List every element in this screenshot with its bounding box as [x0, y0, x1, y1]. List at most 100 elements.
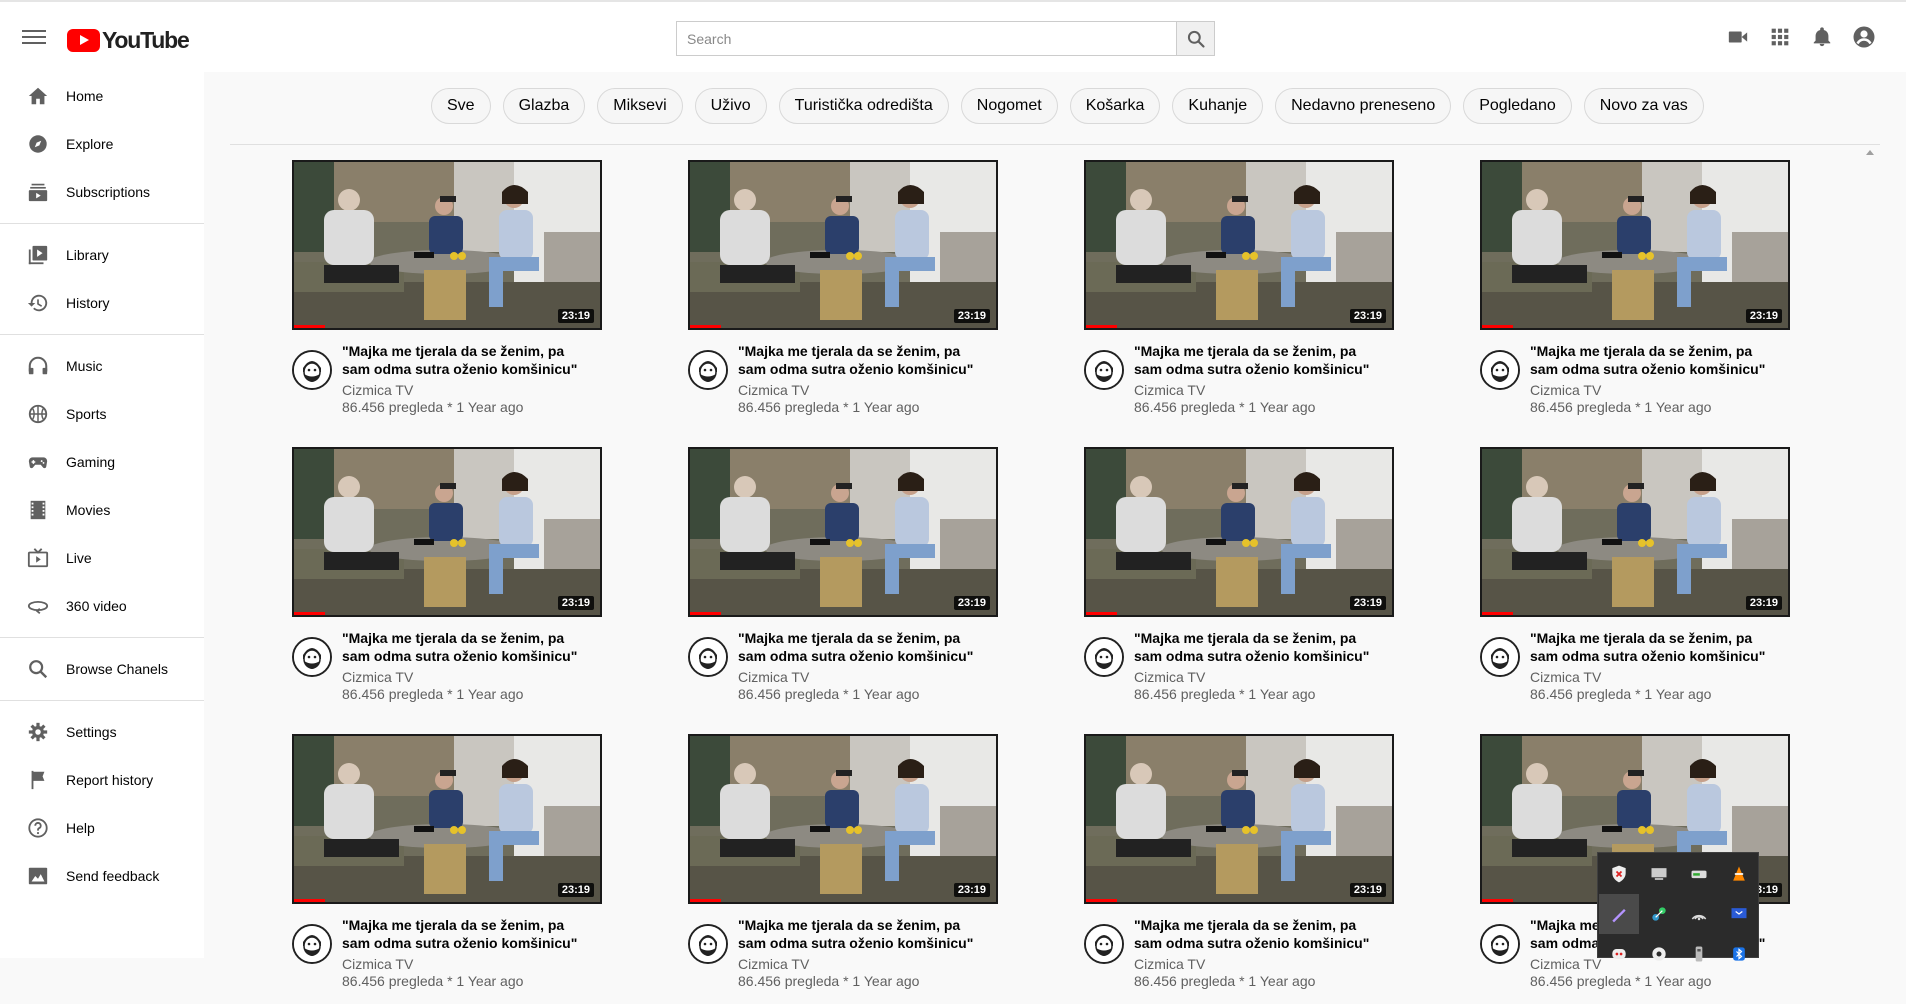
video-card[interactable]: 23:19 "Majka me tjerala da se ženim, pa s… [292, 160, 602, 430]
sidebar-item-explore[interactable]: Explore [0, 120, 204, 168]
steam-icon[interactable] [1639, 934, 1679, 974]
video-title[interactable]: "Majka me tjerala da se ženim, pa sam od… [1134, 342, 1384, 378]
video-card[interactable]: 23:19 "Majka me tjerala da se ženim, pa s… [1084, 447, 1394, 717]
video-title[interactable]: "Majka me tjerala da se ženim, pa sam od… [342, 916, 592, 952]
sidebar-item-360-video[interactable]: 360 video [0, 582, 204, 630]
video-thumbnail[interactable]: 23:19 [1084, 447, 1394, 617]
sidebar-item-send-feedback[interactable]: Send feedback [0, 852, 204, 900]
channel-name[interactable]: Cizmica TV [342, 956, 413, 972]
video-title[interactable]: "Majka me tjerala da se ženim, pa sam od… [342, 342, 592, 378]
search-input[interactable] [676, 21, 1176, 56]
monitor-icon[interactable] [1639, 854, 1679, 894]
usb-icon[interactable] [1679, 934, 1719, 974]
video-card[interactable]: 23:19 "Majka me tjerala da se ženim, pa s… [1480, 447, 1790, 717]
filter-chip[interactable]: Glazba [502, 88, 586, 124]
sidebar-item-home[interactable]: Home [0, 72, 204, 120]
filter-chip[interactable]: Novo za vas [1583, 88, 1704, 124]
channel-avatar[interactable] [1084, 637, 1124, 677]
video-thumbnail[interactable]: 23:19 [1084, 160, 1394, 330]
video-thumbnail[interactable]: 23:19 [292, 734, 602, 904]
video-card[interactable]: 23:19 "Majka me tjerala da se ženim, pa s… [292, 734, 602, 1004]
channel-name[interactable]: Cizmica TV [1134, 382, 1205, 398]
shield-icon[interactable] [1599, 854, 1639, 894]
channel-name[interactable]: Cizmica TV [738, 669, 809, 685]
channel-name[interactable]: Cizmica TV [738, 382, 809, 398]
channel-name[interactable]: Cizmica TV [738, 956, 809, 972]
bluetooth-icon[interactable] [1719, 934, 1759, 974]
channel-avatar[interactable] [688, 637, 728, 677]
filter-chip[interactable]: Kuhanje [1172, 88, 1264, 124]
video-thumbnail[interactable]: 23:19 [1084, 734, 1394, 904]
sidebar-item-movies[interactable]: Movies [0, 486, 204, 534]
wifi-icon[interactable] [1679, 894, 1719, 934]
video-thumbnail[interactable]: 23:19 [292, 447, 602, 617]
notifications-bell-icon[interactable] [1810, 25, 1834, 49]
video-title[interactable]: "Majka me tjerala da se ženim, pa sam od… [1134, 916, 1384, 952]
channel-avatar[interactable] [688, 924, 728, 964]
channel-name[interactable]: Cizmica TV [1530, 669, 1601, 685]
channel-avatar[interactable] [1084, 350, 1124, 390]
sidebar-item-sports[interactable]: Sports [0, 390, 204, 438]
sidebar-item-subscriptions[interactable]: Subscriptions [0, 168, 204, 216]
sidebar-item-browse-chanels[interactable]: Browse Chanels [0, 645, 204, 693]
channel-name[interactable]: Cizmica TV [1134, 669, 1205, 685]
video-card[interactable]: 23:19 "Majka me tjerala da se ženim, pa s… [688, 734, 998, 1004]
sidebar-item-report-history[interactable]: Report history [0, 756, 204, 804]
youtube-logo[interactable]: YouTube [67, 26, 190, 54]
vlc-icon[interactable] [1719, 854, 1759, 894]
channel-name[interactable]: Cizmica TV [1530, 382, 1601, 398]
video-card[interactable]: 23:19 "Majka me tjerala da se ženim, pa s… [688, 447, 998, 717]
filter-chip[interactable]: Miksevi [597, 88, 683, 124]
channel-avatar[interactable] [292, 637, 332, 677]
channel-name[interactable]: Cizmica TV [1134, 956, 1205, 972]
create-video-icon[interactable] [1726, 25, 1750, 49]
discord-icon[interactable] [1599, 934, 1639, 974]
channel-avatar[interactable] [688, 350, 728, 390]
video-title[interactable]: "Majka me tjerala da se ženim, pa sam od… [738, 629, 988, 665]
video-card[interactable]: 23:19 "Majka me tjerala da se ženim, pa s… [292, 447, 602, 717]
channel-avatar[interactable] [1084, 924, 1124, 964]
video-card[interactable]: 23:19 "Majka me tjerala da se ženim, pa s… [688, 160, 998, 430]
search-button[interactable] [1176, 21, 1215, 56]
account-avatar-icon[interactable] [1852, 25, 1876, 49]
channel-avatar[interactable] [292, 924, 332, 964]
filter-chip[interactable]: Turistička odredišta [778, 88, 949, 124]
network-icon[interactable] [1639, 894, 1679, 934]
filter-chip[interactable]: Uživo [694, 88, 767, 124]
filter-chip[interactable]: Nedavno preneseno [1275, 88, 1452, 124]
drive-icon[interactable] [1679, 854, 1719, 894]
video-title[interactable]: "Majka me tjerala da se ženim, pa sam od… [1134, 629, 1384, 665]
filter-chip[interactable]: Nogomet [960, 88, 1058, 124]
video-title[interactable]: "Majka me tjerala da se ženim, pa sam od… [738, 342, 988, 378]
channel-avatar[interactable] [1480, 924, 1520, 964]
sidebar-item-settings[interactable]: Settings [0, 708, 204, 756]
video-title[interactable]: "Majka me tjerala da se ženim, pa sam od… [1530, 342, 1780, 378]
video-thumbnail[interactable]: 23:19 [292, 160, 602, 330]
pen-icon[interactable] [1599, 894, 1639, 934]
filter-chip[interactable]: Sve [431, 88, 491, 124]
video-thumbnail[interactable]: 23:19 [1480, 160, 1790, 330]
channel-name[interactable]: Cizmica TV [342, 669, 413, 685]
sidebar-item-library[interactable]: Library [0, 231, 204, 279]
filter-chip[interactable]: Pogledano [1463, 88, 1572, 124]
video-thumbnail[interactable]: 23:19 [1480, 447, 1790, 617]
video-card[interactable]: 23:19 "Majka me tjerala da se ženim, pa s… [1084, 734, 1394, 1004]
display-icon[interactable] [1719, 894, 1759, 934]
video-title[interactable]: "Majka me tjerala da se ženim, pa sam od… [1530, 629, 1780, 665]
filter-chip[interactable]: Košarka [1069, 88, 1161, 124]
apps-grid-icon[interactable] [1768, 25, 1792, 49]
video-title[interactable]: "Majka me tjerala da se ženim, pa sam od… [342, 629, 592, 665]
scrollbar-up-arrow[interactable] [1866, 150, 1874, 155]
channel-name[interactable]: Cizmica TV [342, 382, 413, 398]
channel-avatar[interactable] [1480, 637, 1520, 677]
sidebar-item-help[interactable]: Help [0, 804, 204, 852]
video-title[interactable]: "Majka me tjerala da se ženim, pa sam od… [738, 916, 988, 952]
video-thumbnail[interactable]: 23:19 [688, 447, 998, 617]
video-thumbnail[interactable]: 23:19 [688, 160, 998, 330]
channel-name[interactable]: Cizmica TV [1530, 956, 1601, 972]
sidebar-item-music[interactable]: Music [0, 342, 204, 390]
sidebar-item-gaming[interactable]: Gaming [0, 438, 204, 486]
hamburger-menu-icon[interactable] [22, 27, 46, 47]
video-thumbnail[interactable]: 23:19 [688, 734, 998, 904]
channel-avatar[interactable] [292, 350, 332, 390]
